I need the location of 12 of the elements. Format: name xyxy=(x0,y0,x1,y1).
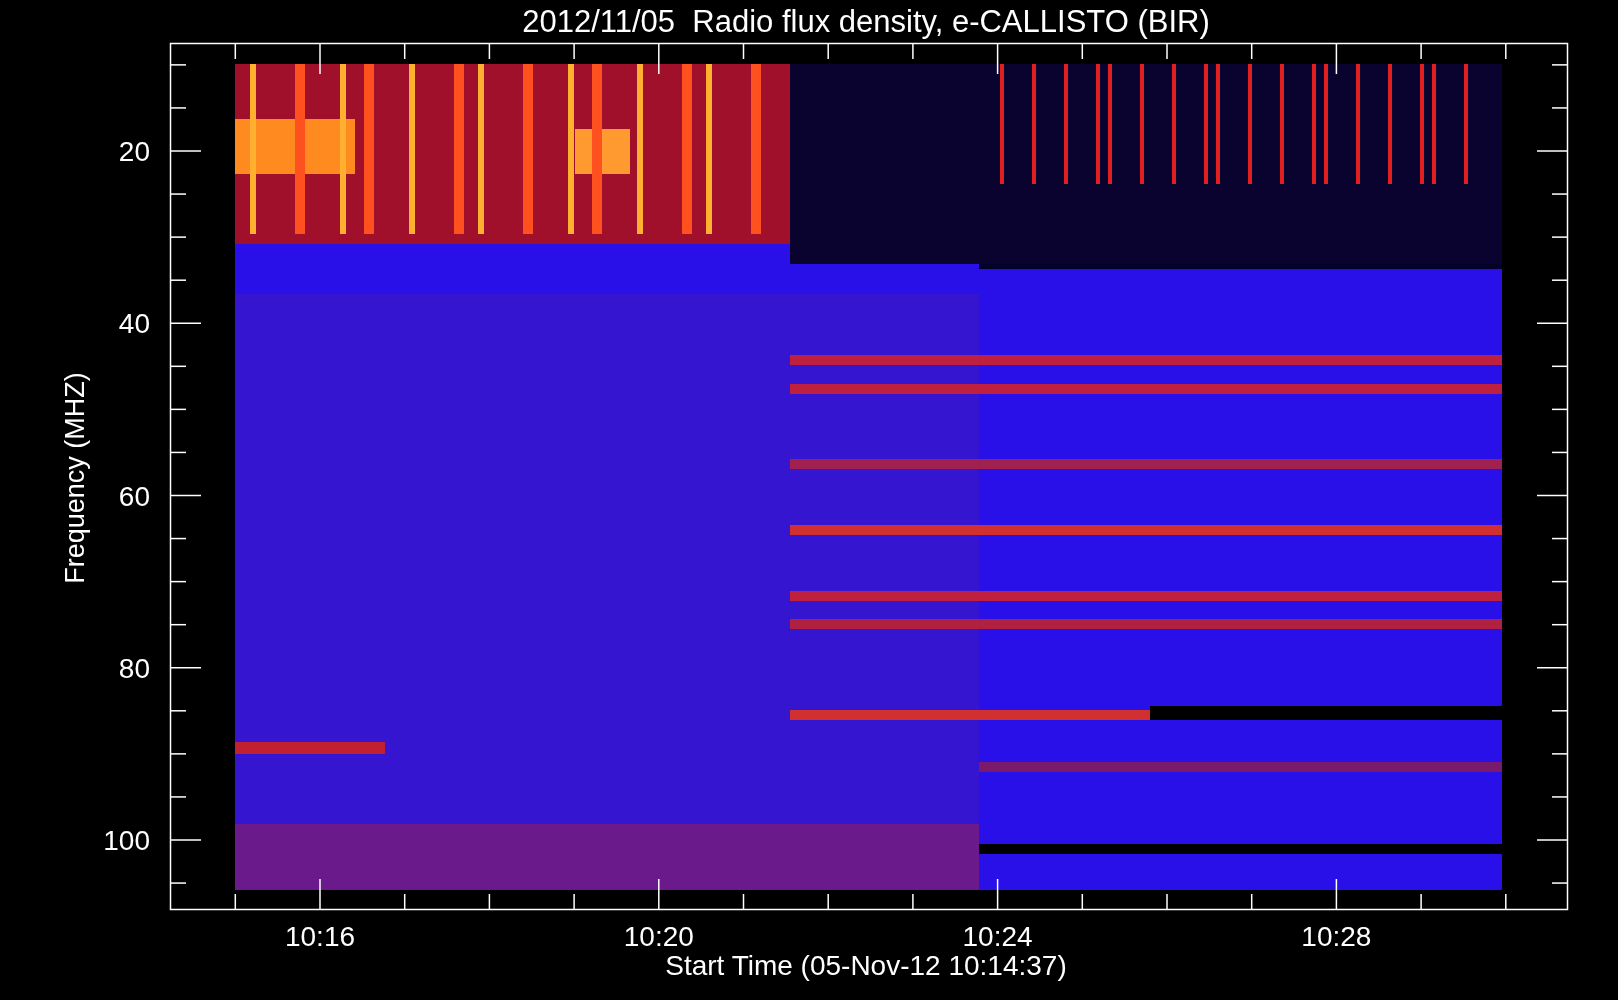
y-tick-label: 20 xyxy=(118,136,150,167)
y-axis-title: Frequency (MHZ) xyxy=(60,372,90,584)
x-axis-title: Start Time (05-Nov-12 10:14:37) xyxy=(665,950,1067,981)
y-tick-label: 100 xyxy=(103,825,150,856)
y-tick-label: 40 xyxy=(118,308,150,340)
y-tick-label: 80 xyxy=(118,652,150,684)
x-tick-label: 10:20 xyxy=(623,921,694,952)
y-tick-label: 60 xyxy=(118,480,150,512)
chart-title: 2012/11/05 Radio flux density, e-CALLISTO (BIR) xyxy=(522,4,1210,39)
x-tick-label: 10:28 xyxy=(1301,921,1372,952)
x-tick-label: 10:24 xyxy=(962,921,1033,952)
x-tick-label: 10:16 xyxy=(284,921,356,952)
